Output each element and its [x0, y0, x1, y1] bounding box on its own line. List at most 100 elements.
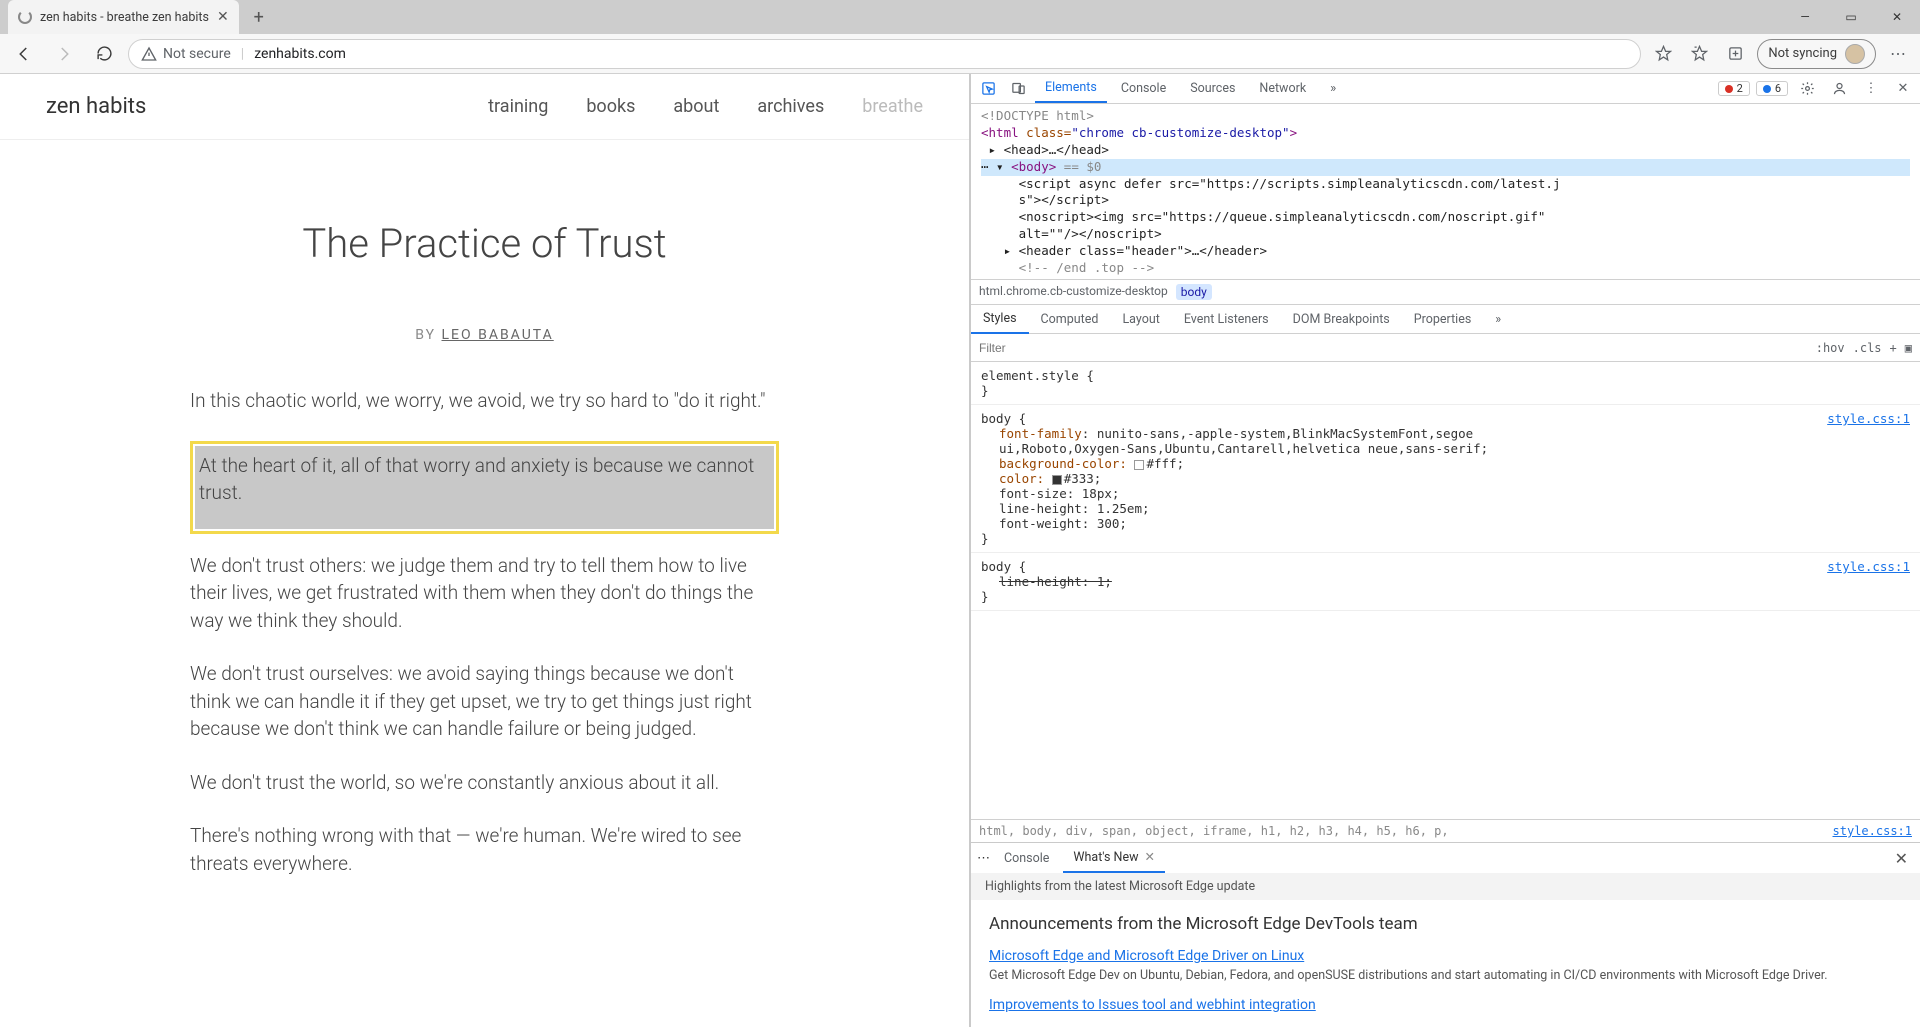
nav-archives[interactable]: archives	[757, 96, 824, 117]
dom-line[interactable]: <script async defer src="https://scripts…	[981, 176, 1910, 193]
drawer-tab-console[interactable]: Console	[994, 845, 1059, 872]
more-tabs-icon[interactable]: »	[1320, 76, 1346, 102]
style-rule[interactable]: body { style.css:1 line-height: 1; }	[971, 553, 1920, 611]
paragraph: There's nothing wrong with that — we're …	[190, 822, 779, 877]
dom-line[interactable]: ▸ <header class="header">…</header>	[981, 243, 1910, 260]
drawer-tab-whats-new[interactable]: What's New ✕	[1063, 843, 1165, 873]
tab-network[interactable]: Network	[1249, 75, 1316, 102]
nav-training[interactable]: training	[488, 96, 548, 117]
styles-filter-input[interactable]	[971, 341, 1808, 355]
hov-toggle[interactable]: :hov	[1816, 341, 1845, 355]
issue-count: 6	[1775, 82, 1781, 95]
back-button[interactable]	[8, 38, 40, 70]
inherited-selector-row[interactable]: html, body, div, span, object, iframe, h…	[971, 819, 1920, 842]
announcement-link[interactable]: Improvements to Issues tool and webhint …	[989, 997, 1316, 1013]
favorites-icon[interactable]	[1685, 40, 1713, 68]
inspect-icon[interactable]	[975, 76, 1001, 102]
source-link[interactable]: style.css:1	[1827, 559, 1910, 574]
nav-books[interactable]: books	[586, 96, 635, 117]
nav-breathe[interactable]: breathe	[862, 96, 923, 117]
favorites-star-icon[interactable]	[1649, 40, 1677, 68]
drawer-tab-label: What's New	[1073, 850, 1138, 865]
menu-button[interactable]: ⋯	[1884, 40, 1912, 68]
dom-line: <html	[981, 125, 1026, 140]
styles-filter-bar: :hov .cls + ▣	[971, 334, 1920, 362]
paragraph: We don't trust the world, so we're const…	[190, 769, 779, 797]
dom-line: <!DOCTYPE html>	[981, 108, 1094, 123]
browser-tab[interactable]: zen habits - breathe zen habits ✕	[8, 0, 239, 34]
tab-sources[interactable]: Sources	[1180, 75, 1245, 102]
devtools-close-icon[interactable]: ✕	[1890, 76, 1916, 102]
dom-line[interactable]: <noscript><img src="https://queue.simple…	[981, 209, 1910, 226]
style-rule[interactable]: body { style.css:1 font-family: font-fam…	[971, 405, 1920, 553]
security-indicator[interactable]: Not secure	[141, 46, 231, 62]
settings-icon[interactable]	[1794, 76, 1820, 102]
separator: |	[241, 46, 244, 62]
devtools-tabs: Elements Console Sources Network » 2 6 ⋮…	[971, 74, 1920, 104]
drawer-subtitle: Highlights from the latest Microsoft Edg…	[971, 873, 1920, 900]
new-tab-button[interactable]: +	[245, 3, 273, 31]
dom-line[interactable]: <!-- /end .top -->	[981, 260, 1910, 277]
style-rule[interactable]: element.style { }	[971, 362, 1920, 405]
issues-badge[interactable]: 6	[1756, 81, 1788, 96]
rule-selector: body {	[981, 411, 1910, 426]
drawer-close-icon[interactable]: ✕	[1889, 849, 1914, 868]
tab-styles[interactable]: Styles	[971, 305, 1029, 334]
close-icon[interactable]: ✕	[1144, 849, 1154, 865]
styles-pane: element.style { } body { style.css:1 fon…	[971, 362, 1920, 819]
tab-computed[interactable]: Computed	[1029, 306, 1111, 333]
selector-list: html, body, div, span, object, iframe, h…	[979, 824, 1449, 838]
tab-title: zen habits - breathe zen habits	[40, 10, 209, 25]
paragraph: We don't trust ourselves: we avoid sayin…	[190, 660, 779, 743]
errors-badge[interactable]: 2	[1718, 81, 1750, 96]
announcement-text: Get Microsoft Edge Dev on Ubuntu, Debian…	[989, 968, 1902, 983]
source-link[interactable]: style.css:1	[1827, 411, 1910, 426]
site-logo[interactable]: zen habits	[46, 94, 146, 119]
tab-elements[interactable]: Elements	[1035, 74, 1107, 103]
devtools-panel: Elements Console Sources Network » 2 6 ⋮…	[970, 74, 1920, 1027]
tab-dom-breakpoints[interactable]: DOM Breakpoints	[1281, 306, 1402, 333]
author-link[interactable]: LEO BABAUTA	[442, 327, 554, 343]
article-title: The Practice of Trust	[190, 220, 779, 267]
devtools-drawer: ⋯ Console What's New ✕ ✕ Highlights from…	[971, 842, 1920, 1027]
announcement-link[interactable]: Microsoft Edge and Microsoft Edge Driver…	[989, 948, 1304, 964]
address-bar[interactable]: Not secure | zenhabits.com	[128, 39, 1641, 69]
box-model-icon[interactable]: ▣	[1905, 341, 1912, 355]
paragraph: At the heart of it, all of that worry an…	[195, 446, 774, 529]
not-secure-label: Not secure	[163, 46, 231, 62]
more-styles-tabs-icon[interactable]: »	[1483, 306, 1513, 333]
window-maximize-button[interactable]: ▭	[1828, 0, 1874, 34]
tab-event-listeners[interactable]: Event Listeners	[1172, 306, 1281, 333]
article: The Practice of Trust BY LEO BABAUTA In …	[0, 140, 969, 944]
window-minimize-button[interactable]: —	[1782, 0, 1828, 34]
dom-line[interactable]: alt=""/></noscript>	[981, 226, 1910, 243]
cls-toggle[interactable]: .cls	[1853, 341, 1882, 355]
source-link[interactable]: style.css:1	[1833, 824, 1912, 838]
crumb-html[interactable]: html.chrome.cb-customize-desktop	[979, 284, 1168, 300]
forward-button[interactable]	[48, 38, 80, 70]
dom-line[interactable]: s"></script>	[981, 192, 1910, 209]
dom-line[interactable]: ▸ <head>…</head>	[981, 142, 1910, 159]
tab-layout[interactable]: Layout	[1110, 306, 1171, 333]
dom-tree[interactable]: <!DOCTYPE html> <html class="chrome cb-c…	[971, 104, 1920, 279]
crumb-body[interactable]: body	[1176, 284, 1212, 300]
new-rule-icon[interactable]: +	[1890, 341, 1897, 355]
feedback-icon[interactable]	[1826, 76, 1852, 102]
devtools-menu-icon[interactable]: ⋮	[1858, 76, 1884, 102]
window-close-button[interactable]: ✕	[1874, 0, 1920, 34]
styles-tabs: Styles Computed Layout Event Listeners D…	[971, 304, 1920, 334]
color-swatch-icon[interactable]	[1052, 475, 1062, 485]
collections-icon[interactable]	[1721, 40, 1749, 68]
color-swatch-icon[interactable]	[1134, 460, 1144, 470]
drawer-menu-icon[interactable]: ⋯	[977, 851, 990, 866]
tab-properties[interactable]: Properties	[1402, 306, 1484, 333]
tab-console[interactable]: Console	[1111, 75, 1176, 102]
sync-profile-button[interactable]: Not syncing	[1757, 39, 1876, 69]
dom-line-selected[interactable]: ⋯ ▾ <body> == $0	[981, 159, 1910, 176]
error-count: 2	[1737, 82, 1743, 95]
issue-dot-icon	[1763, 85, 1771, 93]
tab-close-icon[interactable]: ✕	[217, 9, 229, 25]
device-toggle-icon[interactable]	[1005, 76, 1031, 102]
reload-button[interactable]	[88, 38, 120, 70]
nav-about[interactable]: about	[673, 96, 719, 117]
